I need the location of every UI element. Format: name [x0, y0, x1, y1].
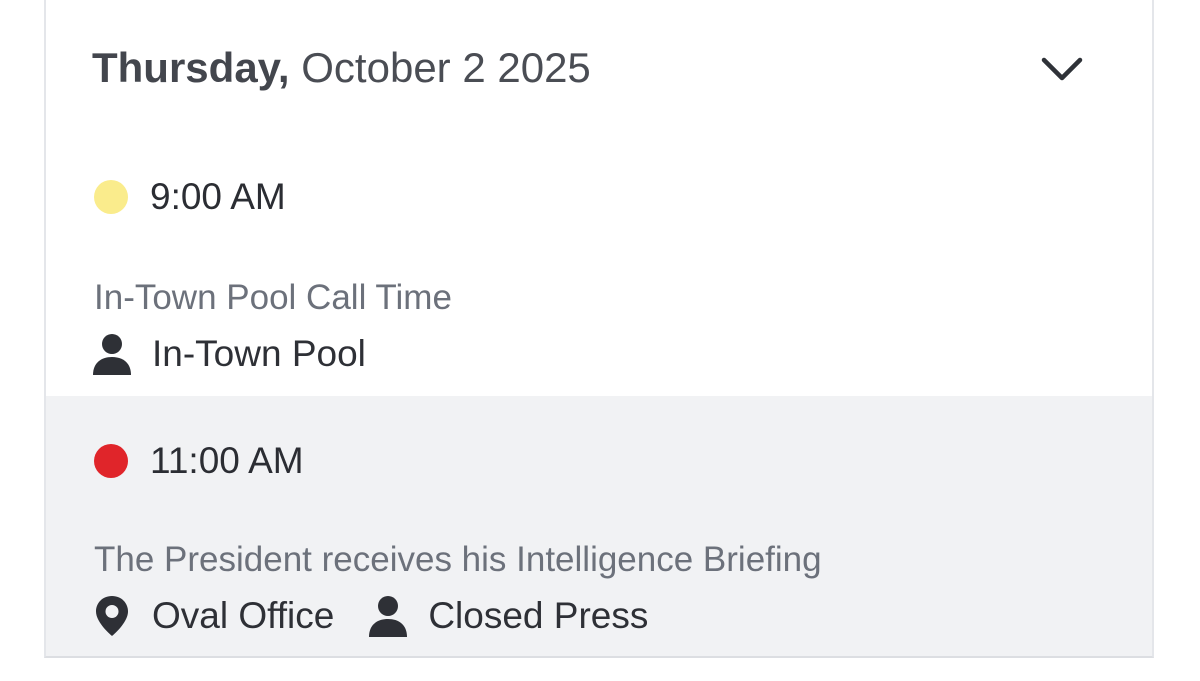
event-title: In-Town Pool Call Time — [94, 278, 452, 317]
schedule-event[interactable]: 9:00 AM In-Town Pool Call Time In-Town P… — [46, 140, 1152, 396]
person-icon — [93, 334, 131, 375]
coverage-label: In-Town Pool — [152, 333, 366, 374]
schedule-card: Thursday, October 2 2025 9:00 AM In-Town… — [44, 0, 1154, 658]
event-meta: Oval Office Closed Press — [92, 592, 648, 640]
coverage-label: Closed Press — [428, 595, 649, 636]
day-title: Thursday, October 2 2025 — [92, 40, 591, 96]
chevron-down-icon[interactable] — [1038, 46, 1086, 90]
event-time: 11:00 AM — [150, 440, 304, 481]
event-meta: In-Town Pool — [92, 330, 366, 378]
schedule-event[interactable]: 11:00 AM The President receives his Inte… — [46, 396, 1152, 656]
event-time: 9:00 AM — [150, 176, 286, 217]
location-label: Oval Office — [152, 595, 335, 636]
status-dot — [94, 180, 128, 214]
person-icon — [369, 596, 408, 637]
event-title: The President receives his Intelligence … — [94, 540, 822, 579]
map-pin-icon — [96, 596, 128, 636]
status-dot — [94, 444, 128, 478]
date-label: October 2 2025 — [301, 44, 591, 91]
day-header[interactable]: Thursday, October 2 2025 — [46, 0, 1152, 140]
weekday-label: Thursday, — [92, 44, 290, 91]
